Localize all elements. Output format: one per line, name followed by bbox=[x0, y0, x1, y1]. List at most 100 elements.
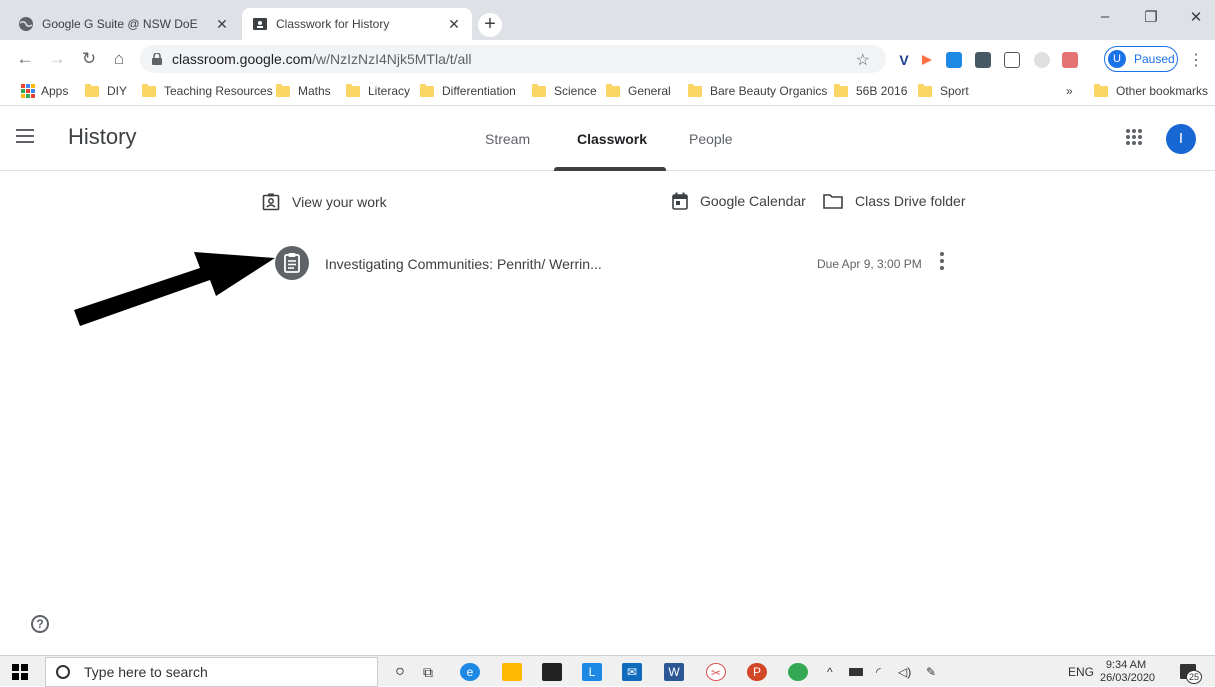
close-window-button[interactable]: ✕ bbox=[1181, 8, 1211, 32]
bookmark-folder-differentiation[interactable]: Differentiation bbox=[420, 83, 516, 98]
minimize-button[interactable]: – bbox=[1090, 8, 1120, 32]
folder-icon bbox=[532, 83, 546, 97]
bookmark-folder-teaching-resources[interactable]: Teaching Resources bbox=[142, 83, 273, 98]
bookmark-apps[interactable]: Apps bbox=[21, 84, 68, 98]
edge-icon[interactable]: e bbox=[460, 663, 480, 681]
bookmark-folder-bare-beauty-organics[interactable]: Bare Beauty Organics bbox=[688, 83, 828, 98]
cortana-icon[interactable]: ○ bbox=[390, 663, 410, 681]
bookmark-label: Apps bbox=[41, 84, 69, 98]
view-your-work-label: View your work bbox=[292, 194, 387, 210]
bookmark-label: Bare Beauty Organics bbox=[710, 84, 828, 98]
help-button[interactable]: ? bbox=[31, 615, 49, 633]
store-icon[interactable] bbox=[542, 663, 562, 681]
bookmark-folder-literacy[interactable]: Literacy bbox=[346, 83, 411, 98]
assignment-icon bbox=[275, 246, 309, 280]
taskbar-clock[interactable]: 9:34 AM 26/03/2020 bbox=[1100, 659, 1155, 685]
language-indicator[interactable]: ENG bbox=[1068, 665, 1094, 679]
extension-ruler-icon[interactable] bbox=[1004, 52, 1020, 68]
assignment-item[interactable]: Investigating Communities: Penrith/ Werr… bbox=[275, 246, 955, 282]
pen-icon[interactable]: ✎ bbox=[926, 665, 936, 679]
taskbar-search-placeholder: Type here to search bbox=[84, 664, 208, 680]
file-explorer-icon[interactable] bbox=[502, 663, 522, 681]
extension-v-icon[interactable]: V bbox=[896, 52, 912, 68]
extension-image-icon[interactable] bbox=[975, 52, 991, 68]
bookmark-label: Science bbox=[554, 84, 597, 98]
wifi-icon[interactable]: ◜ bbox=[876, 665, 881, 679]
folder-icon bbox=[420, 83, 434, 97]
bookmark-label: Maths bbox=[298, 84, 331, 98]
apps-grid-icon bbox=[21, 84, 35, 98]
folder-icon bbox=[606, 83, 620, 97]
task-view-icon[interactable]: ⧉ bbox=[418, 663, 438, 681]
back-icon[interactable]: ← bbox=[14, 48, 36, 70]
browser-tab-classwork[interactable]: Classwork for History ✕ bbox=[242, 8, 472, 40]
extension-circle-icon[interactable] bbox=[1034, 52, 1050, 68]
folder-outline-icon bbox=[823, 194, 843, 209]
browser-tab-strip: Google G Suite @ NSW DoE ✕ Classwork for… bbox=[0, 0, 1215, 40]
other-bookmarks[interactable]: Other bookmarks bbox=[1094, 83, 1208, 98]
bookmarks-overflow-button[interactable]: » bbox=[1066, 84, 1073, 98]
profile-avatar: U bbox=[1108, 50, 1126, 68]
bookmark-label: 56B 2016 bbox=[856, 84, 908, 98]
view-your-work-link[interactable]: View your work bbox=[262, 193, 387, 211]
google-apps-icon[interactable] bbox=[1126, 129, 1142, 145]
extension-camera-icon[interactable] bbox=[946, 52, 962, 68]
main-menu-icon[interactable] bbox=[16, 129, 34, 143]
bookmark-folder-maths[interactable]: Maths bbox=[276, 83, 331, 98]
browser-tab-gsuite[interactable]: Google G Suite @ NSW DoE ✕ bbox=[8, 8, 240, 40]
bookmarks-bar: Apps DIY Teaching Resources Maths Litera… bbox=[0, 77, 1215, 106]
tab-stream[interactable]: Stream bbox=[485, 131, 530, 147]
extension-cast-icon[interactable] bbox=[919, 52, 935, 68]
class-drive-folder-link[interactable]: Class Drive folder bbox=[823, 193, 965, 209]
chrome-icon[interactable] bbox=[788, 663, 808, 681]
assignment-more-options-icon[interactable] bbox=[939, 252, 945, 272]
windows-start-icon[interactable] bbox=[12, 664, 28, 680]
extension-pdf-icon[interactable] bbox=[1062, 52, 1078, 68]
assignment-ind-icon bbox=[262, 193, 280, 211]
close-tab-icon[interactable]: ✕ bbox=[214, 16, 230, 33]
bookmark-label: Literacy bbox=[368, 84, 411, 98]
address-bar[interactable]: classroom.google.com/w/NzIzNzI4Njk5MTla/… bbox=[140, 45, 886, 73]
folder-icon bbox=[834, 83, 848, 97]
active-tab-indicator bbox=[554, 167, 666, 171]
url-path: /w/NzIzNzI4Njk5MTla/t/all bbox=[312, 51, 472, 67]
account-avatar[interactable]: I bbox=[1166, 124, 1196, 154]
bookmark-star-icon[interactable]: ☆ bbox=[856, 50, 870, 70]
powerpoint-icon[interactable]: P bbox=[747, 663, 767, 681]
annotation-arrow-icon bbox=[74, 252, 275, 326]
profile-button[interactable]: U Paused bbox=[1104, 46, 1178, 72]
bookmark-label: General bbox=[628, 84, 671, 98]
volume-icon[interactable]: ◁) bbox=[898, 665, 911, 679]
bookmark-folder-general[interactable]: General bbox=[606, 83, 671, 98]
chrome-menu-icon[interactable]: ⋮ bbox=[1188, 50, 1204, 70]
home-icon[interactable]: ⌂ bbox=[108, 48, 130, 70]
classroom-header: History Stream Classwork People I bbox=[0, 107, 1215, 171]
search-icon bbox=[56, 665, 70, 679]
battery-icon[interactable] bbox=[849, 668, 863, 676]
reload-icon[interactable]: ↻ bbox=[78, 48, 100, 70]
bookmark-label: Differentiation bbox=[442, 84, 516, 98]
new-tab-button[interactable]: + bbox=[478, 13, 502, 37]
snipping-tool-icon[interactable]: ✂ bbox=[706, 663, 726, 681]
notification-count-badge: 25 bbox=[1186, 670, 1202, 684]
google-calendar-link[interactable]: Google Calendar bbox=[672, 192, 806, 210]
close-tab-icon[interactable]: ✕ bbox=[446, 16, 462, 33]
l-app-icon[interactable]: L bbox=[582, 663, 602, 681]
word-icon[interactable]: W bbox=[664, 663, 684, 681]
bookmark-folder-sport[interactable]: Sport bbox=[918, 83, 969, 98]
mail-icon[interactable]: ✉ bbox=[622, 663, 642, 681]
folder-icon bbox=[142, 83, 156, 97]
bookmark-folder-diy[interactable]: DIY bbox=[85, 83, 127, 98]
tab-classwork[interactable]: Classwork bbox=[577, 131, 647, 147]
folder-icon bbox=[688, 83, 702, 97]
forward-icon[interactable]: → bbox=[46, 48, 68, 70]
bookmark-folder-56b-2016[interactable]: 56B 2016 bbox=[834, 83, 908, 98]
bookmark-folder-science[interactable]: Science bbox=[532, 83, 597, 98]
restore-button[interactable]: ❐ bbox=[1136, 8, 1166, 32]
assignment-title[interactable]: Investigating Communities: Penrith/ Werr… bbox=[325, 256, 602, 272]
class-title[interactable]: History bbox=[68, 124, 136, 150]
folder-icon bbox=[276, 83, 290, 97]
tab-people[interactable]: People bbox=[689, 131, 733, 147]
tray-overflow-icon[interactable]: ^ bbox=[827, 665, 833, 679]
taskbar-search-box[interactable]: Type here to search bbox=[45, 657, 378, 687]
